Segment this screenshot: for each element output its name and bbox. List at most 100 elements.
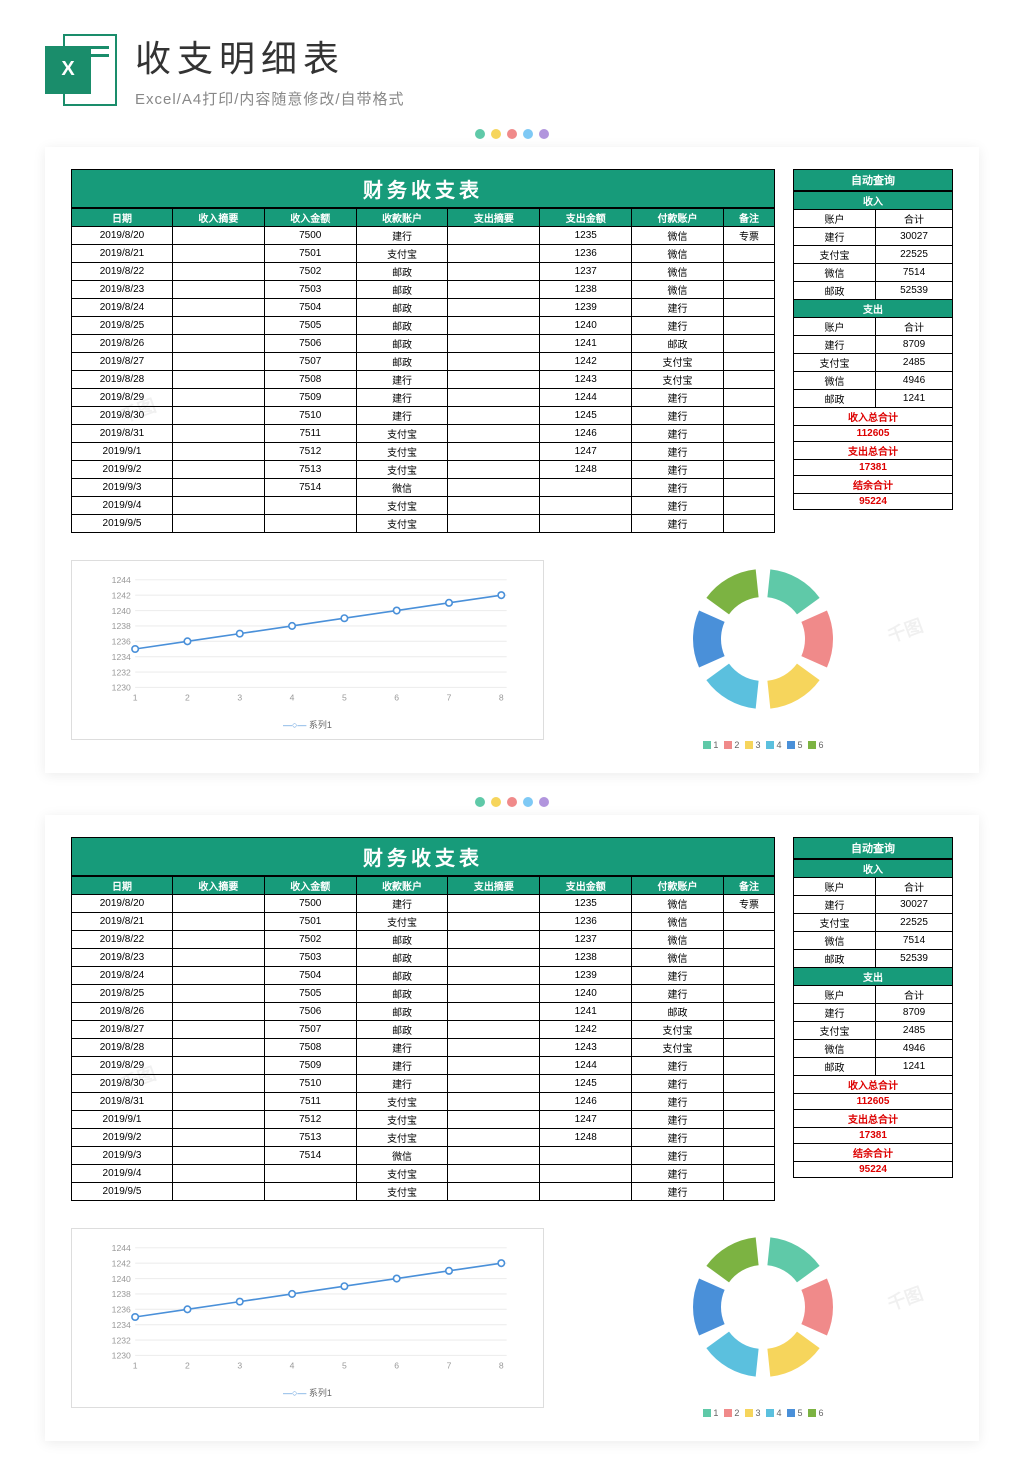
cell: 7501 (264, 913, 356, 931)
cell (723, 1003, 774, 1021)
cell (540, 497, 632, 515)
cell: 1243 (540, 1039, 632, 1057)
main-table: 日期收入摘要收入金额收款账户支出摘要支出金额付款账户备注2019/8/20750… (71, 876, 775, 1201)
cell: 2019/8/26 (72, 335, 173, 353)
cell: 7508 (264, 371, 356, 389)
table-row: 2019/9/27513支付宝1248建行 (72, 461, 775, 479)
cell: 邮政 (632, 1003, 724, 1021)
cell: 建行 (632, 317, 724, 335)
dot (507, 797, 517, 807)
cell: 7501 (264, 245, 356, 263)
cell: 1242 (540, 1021, 632, 1039)
table-row: 2019/8/317511支付宝1246建行 (72, 1093, 775, 1111)
dot (475, 129, 485, 139)
cell (173, 281, 265, 299)
cell: 7505 (264, 317, 356, 335)
svg-text:5: 5 (342, 692, 347, 702)
line-chart: 1230123212341236123812401242124412345678… (71, 1228, 544, 1408)
cell: 建行 (632, 1111, 724, 1129)
table-row: 2019/9/17512支付宝1247建行 (72, 1111, 775, 1129)
cell: 邮政 (356, 931, 448, 949)
cell: 7513 (264, 461, 356, 479)
cell (723, 967, 774, 985)
table-row: 2019/8/257505邮政1240建行 (72, 985, 775, 1003)
preview-panel-2: 财务收支表 日期收入摘要收入金额收款账户支出摘要支出金额付款账户备注2019/8… (45, 815, 979, 1441)
cell: 建行 (632, 497, 724, 515)
cell: 2019/8/31 (72, 425, 173, 443)
col-header: 收入金额 (264, 877, 356, 895)
table-row: 2019/8/287508建行1243支付宝 (72, 1039, 775, 1057)
cell: 7511 (264, 425, 356, 443)
dot (491, 797, 501, 807)
cell (448, 913, 540, 931)
cell (173, 949, 265, 967)
svg-text:2: 2 (185, 692, 190, 702)
cell: 7512 (264, 443, 356, 461)
summary-panel: 自动查询 收入 账户合计 建行30027支付宝22525微信7514邮政5253… (793, 837, 953, 1201)
cell (173, 299, 265, 317)
cell (448, 335, 540, 353)
svg-text:1244: 1244 (112, 575, 131, 585)
cell (448, 515, 540, 533)
cell: 2019/8/31 (72, 1093, 173, 1111)
cell: 支付宝 (632, 371, 724, 389)
cell: 7502 (264, 263, 356, 281)
cell: 支付宝 (356, 1093, 448, 1111)
cell: 2019/9/1 (72, 1111, 173, 1129)
cell (448, 353, 540, 371)
cell (448, 1075, 540, 1093)
cell: 支付宝 (356, 1165, 448, 1183)
cell (448, 1183, 540, 1201)
svg-text:1238: 1238 (112, 621, 131, 631)
cell (173, 497, 265, 515)
svg-text:1240: 1240 (112, 606, 131, 616)
cell: 2019/9/5 (72, 1183, 173, 1201)
cell (264, 497, 356, 515)
cell: 7509 (264, 389, 356, 407)
cell (173, 1003, 265, 1021)
cell: 2019/9/5 (72, 515, 173, 533)
donut-chart-svg (673, 1217, 853, 1397)
svg-text:1: 1 (133, 692, 138, 702)
cell (173, 1093, 265, 1111)
cell: 1237 (540, 931, 632, 949)
cell: 1235 (540, 227, 632, 245)
cell: 7505 (264, 985, 356, 1003)
cell (173, 1147, 265, 1165)
cell (173, 895, 265, 913)
dot (523, 129, 533, 139)
cell (448, 931, 540, 949)
cell (264, 515, 356, 533)
svg-text:1234: 1234 (112, 652, 131, 662)
cell (173, 263, 265, 281)
cell: 2019/8/24 (72, 299, 173, 317)
cell: 微信 (356, 1147, 448, 1165)
svg-text:3: 3 (237, 1360, 242, 1370)
cell (448, 443, 540, 461)
svg-text:1244: 1244 (112, 1243, 131, 1253)
cell: 1247 (540, 443, 632, 461)
cell: 支付宝 (356, 425, 448, 443)
preview-panel-1: 财务收支表 日期收入摘要收入金额收款账户支出摘要支出金额付款账户备注2019/8… (45, 147, 979, 773)
cell (723, 281, 774, 299)
cell (448, 985, 540, 1003)
svg-text:1234: 1234 (112, 1320, 131, 1330)
cell: 7506 (264, 1003, 356, 1021)
cell: 邮政 (356, 299, 448, 317)
cell (173, 1057, 265, 1075)
cell (264, 1165, 356, 1183)
cell: 7508 (264, 1039, 356, 1057)
cell: 建行 (632, 1147, 724, 1165)
cell: 7513 (264, 1129, 356, 1147)
cell (723, 1021, 774, 1039)
cell: 建行 (632, 1075, 724, 1093)
cell (723, 371, 774, 389)
cell: 2019/8/25 (72, 317, 173, 335)
cell: 邮政 (356, 949, 448, 967)
cell: 支付宝 (356, 1183, 448, 1201)
cell: 建行 (356, 895, 448, 913)
cell (448, 461, 540, 479)
cell: 邮政 (356, 985, 448, 1003)
cell: 7503 (264, 949, 356, 967)
col-header: 收款账户 (356, 209, 448, 227)
